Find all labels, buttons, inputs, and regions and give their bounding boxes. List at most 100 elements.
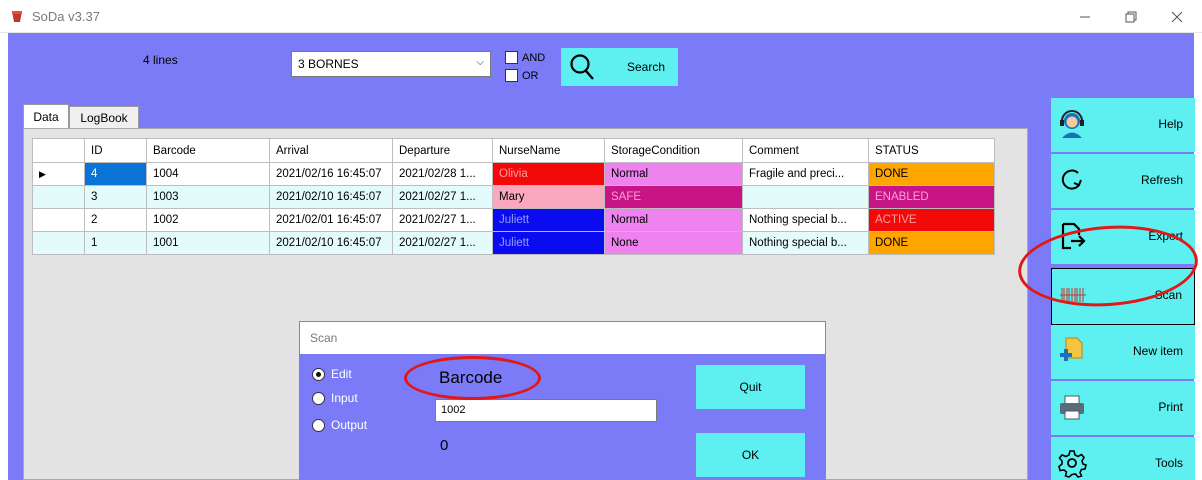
cell-comment[interactable]: Fragile and preci... (742, 162, 869, 186)
help-button[interactable]: Help (1051, 98, 1195, 152)
and-checkbox-label: AND (522, 51, 546, 64)
row-selector[interactable] (32, 185, 85, 209)
cell-status[interactable]: DONE (868, 231, 995, 255)
filter-dropdown[interactable]: 3 BORNES ⌵ (291, 51, 491, 77)
cell-id[interactable]: 4 (84, 162, 147, 186)
table-row[interactable]: 2 1002 2021/02/01 16:45:07 2021/02/27 1.… (32, 208, 995, 232)
cell-arrival[interactable]: 2021/02/01 16:45:07 (269, 208, 393, 232)
tab-data[interactable]: Data (23, 104, 69, 128)
and-checkbox[interactable]: AND (505, 51, 545, 64)
cell-departure[interactable]: 2021/02/27 1... (392, 185, 493, 209)
cell-comment[interactable] (742, 185, 869, 209)
search-button[interactable]: Search (561, 48, 678, 86)
column-header-departure[interactable]: Departure (392, 138, 493, 163)
scan-button[interactable]: Scan (1051, 268, 1195, 325)
column-header-status[interactable]: STATUS (868, 138, 995, 163)
ok-button-label: OK (741, 448, 760, 462)
cell-nursename[interactable]: Olivia (492, 162, 605, 186)
cell-id[interactable]: 3 (84, 185, 147, 209)
quit-button-label: Quit (739, 380, 762, 394)
cell-comment[interactable]: Nothing special b... (742, 231, 869, 255)
scan-dialog-title-bar[interactable]: Scan (300, 322, 825, 354)
cell-status[interactable]: ACTIVE (868, 208, 995, 232)
cell-arrival[interactable]: 2021/02/16 16:45:07 (269, 162, 393, 186)
barcode-input[interactable]: 1002 (435, 399, 657, 422)
or-checkbox[interactable]: OR (505, 69, 539, 82)
row-header-corner (32, 138, 85, 163)
row-selector-current[interactable]: ▶ (32, 162, 85, 186)
radio-output[interactable]: Output (312, 418, 367, 432)
restore-icon[interactable] (1108, 0, 1154, 33)
row-selector[interactable] (32, 231, 85, 255)
export-button[interactable]: Export (1051, 210, 1195, 264)
barcode-icon (1060, 288, 1086, 302)
cell-comment[interactable]: Nothing special b... (742, 208, 869, 232)
new-item-button[interactable]: New item (1051, 325, 1195, 379)
cell-id[interactable]: 1 (84, 231, 147, 255)
radio-input-label: Input (331, 391, 358, 405)
column-header-nursename[interactable]: NurseName (492, 138, 605, 163)
window-title: SoDa v3.37 (32, 9, 100, 24)
cell-status[interactable]: DONE (868, 162, 995, 186)
tab-data-label: Data (33, 109, 59, 124)
radio-edit-button[interactable] (312, 367, 325, 381)
current-row-arrow-icon: ▶ (39, 169, 46, 179)
tools-button-label: Tools (1154, 456, 1183, 470)
cell-arrival[interactable]: 2021/02/10 16:45:07 (269, 231, 393, 255)
column-header-arrival[interactable]: Arrival (269, 138, 393, 163)
or-checkbox-box[interactable] (505, 69, 518, 82)
refresh-icon (1061, 169, 1082, 190)
headset-icon (1060, 110, 1084, 138)
cell-barcode[interactable]: 1004 (146, 162, 270, 186)
quit-button[interactable]: Quit (696, 365, 805, 409)
tools-button[interactable]: Tools (1051, 437, 1195, 480)
radio-output-label: Output (331, 418, 368, 432)
column-header-id[interactable]: ID (84, 138, 147, 163)
radio-output-button[interactable] (312, 418, 325, 432)
cell-arrival[interactable]: 2021/02/10 16:45:07 (269, 185, 393, 209)
cell-storagecondition[interactable]: SAFE (604, 185, 743, 209)
data-grid[interactable]: ID Barcode Arrival Departure NurseName S… (32, 138, 995, 255)
cell-barcode[interactable]: 1001 (146, 231, 270, 255)
table-row[interactable]: 3 1003 2021/02/10 16:45:07 2021/02/27 1.… (32, 185, 995, 209)
radio-input[interactable]: Input (312, 391, 358, 405)
lines-count: 4 lines (143, 53, 178, 67)
cell-storagecondition[interactable]: Normal (604, 208, 743, 232)
tab-logbook[interactable]: LogBook (69, 106, 139, 128)
ok-button[interactable]: OK (696, 433, 805, 477)
title-bar: SoDa v3.37 (0, 0, 1202, 33)
radio-edit[interactable]: Edit (312, 367, 352, 381)
scan-dialog: Scan Edit Input Output Barcode 1002 0 Qu… (299, 321, 826, 480)
cell-departure[interactable]: 2021/02/28 1... (392, 162, 493, 186)
barcode-label: Barcode (439, 368, 503, 387)
cell-barcode[interactable]: 1003 (146, 185, 270, 209)
help-button-label: Help (1158, 117, 1183, 131)
cell-storagecondition[interactable]: Normal (604, 162, 743, 186)
cell-departure[interactable]: 2021/02/27 1... (392, 231, 493, 255)
minimize-icon[interactable] (1062, 0, 1108, 33)
cell-nursename[interactable]: Mary (492, 185, 605, 209)
cell-nursename[interactable]: Juliett (492, 231, 605, 255)
radio-input-button[interactable] (312, 391, 325, 405)
cell-nursename[interactable]: Juliett (492, 208, 605, 232)
cell-departure[interactable]: 2021/02/27 1... (392, 208, 493, 232)
column-header-storagecondition[interactable]: StorageCondition (604, 138, 743, 163)
cell-id[interactable]: 2 (84, 208, 147, 232)
new-item-icon (1060, 337, 1083, 361)
row-selector[interactable] (32, 208, 85, 232)
tab-logbook-label: LogBook (80, 110, 128, 125)
column-header-barcode[interactable]: Barcode (146, 138, 270, 163)
column-header-comment[interactable]: Comment (742, 138, 869, 163)
cell-storagecondition[interactable]: None (604, 231, 743, 255)
table-row[interactable]: 1 1001 2021/02/10 16:45:07 2021/02/27 1.… (32, 231, 995, 255)
print-button[interactable]: Print (1051, 381, 1195, 435)
refresh-button[interactable]: Refresh (1051, 154, 1195, 208)
cell-status[interactable]: ENABLED (868, 185, 995, 209)
search-button-label: Search (627, 60, 666, 74)
close-icon[interactable] (1154, 0, 1200, 33)
scan-count: 0 (440, 437, 449, 454)
export-button-label: Export (1148, 229, 1183, 243)
table-row[interactable]: ▶ 4 1004 2021/02/16 16:45:07 2021/02/28 … (32, 162, 995, 186)
cell-barcode[interactable]: 1002 (146, 208, 270, 232)
and-checkbox-box[interactable] (505, 51, 518, 64)
